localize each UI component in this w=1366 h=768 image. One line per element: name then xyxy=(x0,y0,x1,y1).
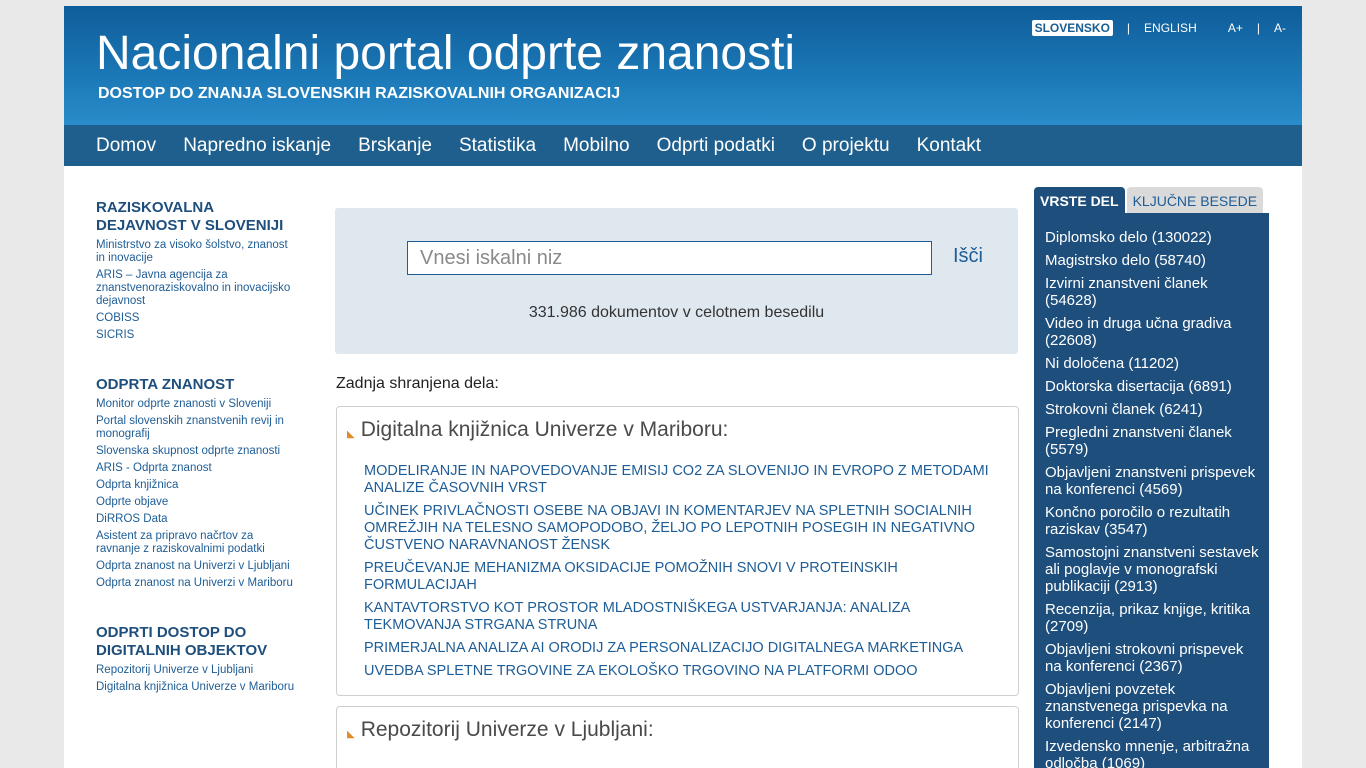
left-sidebar: RAZISKOVALNA DEJAVNOST V SLOVENIJI Minis… xyxy=(96,199,296,698)
site-header: Nacionalni portal odprte znanosti DOSTOP… xyxy=(64,6,1302,125)
sidebar-link[interactable]: SICRIS xyxy=(96,329,296,342)
sidebar-link[interactable]: ARIS - Odprta znanost xyxy=(96,462,296,475)
sidebar-link[interactable]: Odprta knjižnica xyxy=(96,479,296,492)
document-count: 331.986 dokumentov v celotnem besedilu xyxy=(528,304,825,321)
type-item[interactable]: Doktorska disertacija (6891) xyxy=(1045,378,1263,395)
search-button[interactable]: Išči xyxy=(947,244,989,269)
nav-statistika[interactable]: Statistika xyxy=(459,135,536,157)
sidebar-link[interactable]: ARIS – Javna agencija za znanstvenorazis… xyxy=(96,269,296,308)
lang-slovensko-button[interactable]: SLOVENSKO xyxy=(1031,20,1113,36)
search-panel: Išči 331.986 dokumentov v celotnem besed… xyxy=(335,208,1018,354)
sidebar-section-research: RAZISKOVALNA DEJAVNOST V SLOVENIJI Minis… xyxy=(96,199,296,342)
type-item[interactable]: Izvirni znanstveni članek (54628) xyxy=(1045,275,1263,309)
sidebar-link[interactable]: DiRROS Data xyxy=(96,513,296,526)
type-item[interactable]: Strokovni članek (6241) xyxy=(1045,401,1263,418)
type-item[interactable]: Izvedensko mnenje, arbitražna odločba (1… xyxy=(1045,738,1263,768)
recent-item-link[interactable]: PRIMERJALNA ANALIZA AI ORODIJ ZA PERSONA… xyxy=(364,640,1004,657)
nav-napredno-iskanje[interactable]: Napredno iskanje xyxy=(183,135,331,157)
type-item[interactable]: Video in druga učna gradiva (22608) xyxy=(1045,315,1263,349)
font-bigger-button[interactable]: A+ xyxy=(1228,21,1243,35)
nav-brskanje[interactable]: Brskanje xyxy=(358,135,432,157)
sidebar-link[interactable]: Repozitorij Univerze v Ljubljani xyxy=(96,664,296,677)
sidebar-section-open-science: ODPRTA ZNANOST Monitor odprte znanosti v… xyxy=(96,376,296,590)
language-bar: SLOVENSKO | ENGLISH | A+ | A- xyxy=(1031,20,1286,36)
nav-domov[interactable]: Domov xyxy=(96,135,156,157)
repo-title: Digitalna knjižnica Univerze v Mariboru: xyxy=(360,418,729,441)
page: Nacionalni portal odprte znanosti DOSTOP… xyxy=(64,6,1302,768)
nav-mobilno[interactable]: Mobilno xyxy=(563,135,630,157)
recent-item-link[interactable]: MODELIRANJE IN NAPOVEDOVANJE EMISIJ CO2 … xyxy=(364,463,1004,497)
site-subtitle: DOSTOP DO ZNANJA SLOVENSKIH RAZISKOVALNI… xyxy=(98,85,621,102)
recent-item-link[interactable]: PREUČEVANJE MEHANIZMA OKSIDACIJE POMOŽNI… xyxy=(364,560,1004,594)
search-input[interactable] xyxy=(407,241,932,275)
sidebar-link[interactable]: Odprte objave xyxy=(96,496,296,509)
main-nav: Domov Napredno iskanje Brskanje Statisti… xyxy=(64,125,1302,166)
type-item[interactable]: Končno poročilo o rezultatih raziskav (3… xyxy=(1045,504,1263,538)
section-title: ODPRTA ZNANOST xyxy=(96,376,235,393)
type-item[interactable]: Diplomsko delo (130022) xyxy=(1045,229,1263,246)
font-smaller-button[interactable]: A- xyxy=(1274,21,1286,35)
recent-item-link[interactable]: UČINEK PRIVLAČNOSTI OSEBE NA OBJAVI IN K… xyxy=(364,503,1004,554)
type-item[interactable]: Ni določena (11202) xyxy=(1045,355,1263,372)
type-item[interactable]: Samostojni znanstveni sestavek ali pogla… xyxy=(1045,544,1263,595)
sidebar-link[interactable]: Digitalna knjižnica Univerze v Mariboru xyxy=(96,681,296,694)
type-item[interactable]: Objavljeni znanstveni prispevek na konfe… xyxy=(1045,464,1263,498)
site-title[interactable]: Nacionalni portal odprte znanosti xyxy=(96,26,795,81)
type-item[interactable]: Magistrsko delo (58740) xyxy=(1045,252,1263,269)
sidebar-link[interactable]: COBISS xyxy=(96,312,296,325)
sidebar-link[interactable]: Ministrstvo za visoko šolstvo, znanost i… xyxy=(96,239,296,265)
tab-vrste-del[interactable]: VRSTE DEL xyxy=(1034,187,1125,214)
sidebar-link[interactable]: Portal slovenskih znanstvenih revij in m… xyxy=(96,415,296,441)
type-item[interactable]: Pregledni znanstveni članek (5579) xyxy=(1045,424,1263,458)
sidebar-link[interactable]: Odprta znanost na Univerzi v Mariboru xyxy=(96,577,296,590)
nav-kontakt[interactable]: Kontakt xyxy=(917,135,981,157)
sidebar-link[interactable]: Asistent za pripravo načrtov za ravnanje… xyxy=(96,530,296,556)
right-tabs: VRSTE DEL KLJUČNE BESEDE xyxy=(1034,187,1264,214)
separator: | xyxy=(1256,21,1260,35)
nav-odprti-podatki[interactable]: Odprti podatki xyxy=(657,135,775,157)
sidebar-section-open-access: ODPRTI DOSTOP DO DIGITALNIH OBJEKTOV Rep… xyxy=(96,624,296,694)
repo-title: Repozitorij Univerze v Ljubljani: xyxy=(360,718,654,741)
type-item[interactable]: Objavljeni povzetek znanstvenega prispev… xyxy=(1045,681,1263,732)
type-item[interactable]: Objavljeni strokovni prispevek na konfer… xyxy=(1045,641,1263,675)
separator: | xyxy=(1126,21,1131,35)
section-title: RAZISKOVALNA DEJAVNOST V SLOVENIJI xyxy=(96,199,284,234)
sidebar-link[interactable]: Odprta znanost na Univerzi v Ljubljani xyxy=(96,560,296,573)
repo-box-ljubljana: ◣ Repozitorij Univerze v Ljubljani: xyxy=(336,706,1019,768)
recent-item-link[interactable]: UVEDBA SPLETNE TRGOVINE ZA EKOLOŠKO TRGO… xyxy=(364,663,1004,680)
recent-works-label: Zadnja shranjena dela: xyxy=(336,375,499,392)
rss-icon[interactable]: ◣ xyxy=(347,729,355,740)
lang-english-button[interactable]: ENGLISH xyxy=(1144,21,1197,35)
repo-box-maribor: ◣ Digitalna knjižnica Univerze v Maribor… xyxy=(336,406,1019,696)
recent-item-link[interactable]: KANTAVTORSTVO KOT PROSTOR MLADOSTNIŠKEGA… xyxy=(364,600,1004,634)
types-panel: Diplomsko delo (130022) Magistrsko delo … xyxy=(1034,213,1269,768)
section-title: ODPRTI DOSTOP DO DIGITALNIH OBJEKTOV xyxy=(96,624,268,659)
type-item[interactable]: Recenzija, prikaz knjige, kritika (2709) xyxy=(1045,601,1263,635)
tab-kljucne-besede[interactable]: KLJUČNE BESEDE xyxy=(1126,187,1264,214)
nav-o-projektu[interactable]: O projektu xyxy=(802,135,890,157)
sidebar-link[interactable]: Slovenska skupnost odprte znanosti xyxy=(96,445,296,458)
rss-icon[interactable]: ◣ xyxy=(347,429,355,440)
sidebar-link[interactable]: Monitor odprte znanosti v Sloveniji xyxy=(96,398,296,411)
